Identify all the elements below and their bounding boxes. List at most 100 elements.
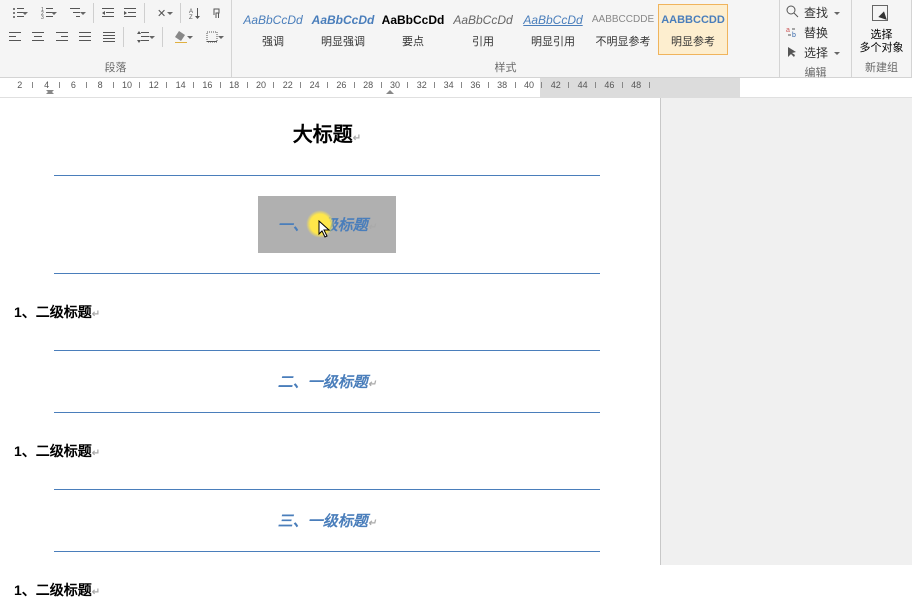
align-right-icon[interactable] <box>51 26 72 48</box>
svg-text:✕: ✕ <box>157 8 166 19</box>
ruler-tick: 46 <box>608 82 609 86</box>
ruler-tick: 34 <box>448 82 449 86</box>
select-objects-line1[interactable]: 选择 <box>860 29 904 42</box>
ruler-minor-tick <box>86 82 87 88</box>
ruler-minor-tick <box>488 82 489 88</box>
line-spacing-icon[interactable] <box>128 26 157 48</box>
style-tile-4[interactable]: AaBbCcDd明显引用 <box>518 4 588 55</box>
style-label: 要点 <box>402 33 424 49</box>
right-grey-pane <box>660 98 912 565</box>
style-tile-2[interactable]: AaBbCcDd 要点 <box>378 4 448 55</box>
ruler-tick: 22 <box>287 82 288 86</box>
ruler-tick: 6 <box>72 82 73 86</box>
heading1-c[interactable]: 三、一级标题↵ <box>54 489 600 552</box>
style-preview: AaBbCcDd <box>382 11 445 29</box>
ruler-minor-tick <box>273 82 274 88</box>
style-tile-1[interactable]: AaBbCcDd明显强调 <box>308 4 378 55</box>
ruler-minor-tick <box>515 82 516 88</box>
style-tile-6[interactable]: AABBCCDD明显参考 <box>658 4 728 55</box>
doc-main-title[interactable]: 大标题↵ <box>54 118 600 147</box>
ruler-tick: 16 <box>206 82 207 86</box>
ruler-minor-tick <box>300 82 301 88</box>
show-marks-icon[interactable] <box>207 2 227 24</box>
ruler-tick: 38 <box>501 82 502 86</box>
ruler-tick: 20 <box>260 82 261 86</box>
ruler-minor-tick <box>247 82 248 88</box>
asian-layout-icon[interactable]: ✕ <box>149 2 176 24</box>
style-label: 明显参考 <box>671 33 715 49</box>
ruler-minor-tick <box>327 82 328 88</box>
horizontal-ruler[interactable]: 2468101214161820222426283032343638404244… <box>0 78 912 98</box>
heading1-b[interactable]: 二、一级标题↵ <box>54 350 600 413</box>
sort-icon[interactable]: AZ <box>185 2 205 24</box>
heading2-a[interactable]: 1、二级标题↵ <box>14 302 600 322</box>
ruler-minor-tick <box>381 82 382 88</box>
ribbon: 123 ✕ AZ <box>0 0 912 78</box>
ruler-minor-tick <box>193 82 194 88</box>
style-preview: AABBCCDDE <box>592 11 654 29</box>
find-button[interactable]: 查找 <box>784 2 847 22</box>
style-preview: AaBbCcDd <box>453 11 512 29</box>
heading2-c[interactable]: 1、二级标题↵ <box>14 580 600 600</box>
align-justify-icon[interactable] <box>74 26 95 48</box>
ruler-minor-tick <box>649 82 650 88</box>
heading2-b[interactable]: 1、二级标题↵ <box>14 441 600 461</box>
newgroup-label: 新建组 <box>865 57 898 77</box>
increase-indent-icon[interactable] <box>120 2 140 24</box>
ruler-minor-tick <box>407 82 408 88</box>
number-list-icon[interactable]: 123 <box>33 2 60 24</box>
replace-button[interactable]: ab替换 <box>784 22 847 42</box>
paragraph-group-label: 段落 <box>4 57 227 77</box>
style-tile-0[interactable]: AaBbCcDd强调 <box>238 4 308 55</box>
ruler-tick: 12 <box>153 82 154 86</box>
select-button[interactable]: 选择 <box>784 42 847 62</box>
multilevel-list-icon[interactable] <box>62 2 89 24</box>
select-objects-icon[interactable] <box>870 3 894 27</box>
ruler-minor-tick <box>166 82 167 88</box>
ruler-tick: 36 <box>474 82 475 86</box>
ruler-minor-tick <box>139 82 140 88</box>
align-center-icon[interactable] <box>27 26 48 48</box>
document-area: 大标题↵ 一、一级标题↵ 1、二级标题↵ 二、一级标题↵ 1、二级标题↵ 三、一… <box>0 98 912 565</box>
ruler-minor-tick <box>220 82 221 88</box>
paragraph-group: 123 ✕ AZ <box>0 0 232 77</box>
style-tile-5[interactable]: AABBCCDDE不明显参考 <box>588 4 658 55</box>
ruler-tick: 14 <box>180 82 181 86</box>
svg-text:b: b <box>792 32 796 39</box>
ruler-tick: 32 <box>421 82 422 86</box>
heading1-a[interactable]: 一、一级标题↵ <box>54 175 600 274</box>
replace-label: 替换 <box>804 24 828 41</box>
align-distribute-icon[interactable] <box>98 26 119 48</box>
styles-gallery[interactable]: AaBbCcDd强调AaBbCcDd明显强调AaBbCcDd要点AaBbCcDd… <box>236 2 775 57</box>
styles-group-label: 样式 <box>236 57 775 77</box>
ruler-minor-tick <box>59 82 60 88</box>
ruler-tick: 10 <box>126 82 127 86</box>
align-left-icon[interactable] <box>4 26 25 48</box>
ruler-minor-tick <box>434 82 435 88</box>
bullet-list-icon[interactable] <box>4 2 31 24</box>
ruler-minor-tick <box>622 82 623 88</box>
style-label: 明显强调 <box>321 33 365 49</box>
ruler-tick: 24 <box>314 82 315 86</box>
ruler-tick: 28 <box>367 82 368 86</box>
shading-icon[interactable] <box>167 26 196 48</box>
style-tile-3[interactable]: AaBbCcDd 引用 <box>448 4 518 55</box>
indent-marker-bottom[interactable] <box>46 90 54 98</box>
select-objects-line2[interactable]: 多个对象 <box>860 42 904 55</box>
ruler-minor-tick <box>461 82 462 88</box>
ruler-minor-tick <box>113 82 114 88</box>
ruler-tick: 4 <box>46 82 47 86</box>
document-page[interactable]: 大标题↵ 一、一级标题↵ 1、二级标题↵ 二、一级标题↵ 1、二级标题↵ 三、一… <box>0 98 660 565</box>
ruler-minor-tick <box>595 82 596 88</box>
ruler-tick: 8 <box>99 82 100 86</box>
decrease-indent-icon[interactable] <box>98 2 118 24</box>
style-label: 明显引用 <box>531 33 575 49</box>
ruler-tick: 2 <box>19 82 20 86</box>
select-label: 选择 <box>804 44 828 61</box>
style-label: 引用 <box>472 33 494 49</box>
ruler-tick: 40 <box>528 82 529 86</box>
ruler-minor-tick <box>354 82 355 88</box>
svg-text:3: 3 <box>41 15 44 19</box>
ruler-tick: 26 <box>340 82 341 86</box>
border-icon[interactable] <box>198 26 227 48</box>
